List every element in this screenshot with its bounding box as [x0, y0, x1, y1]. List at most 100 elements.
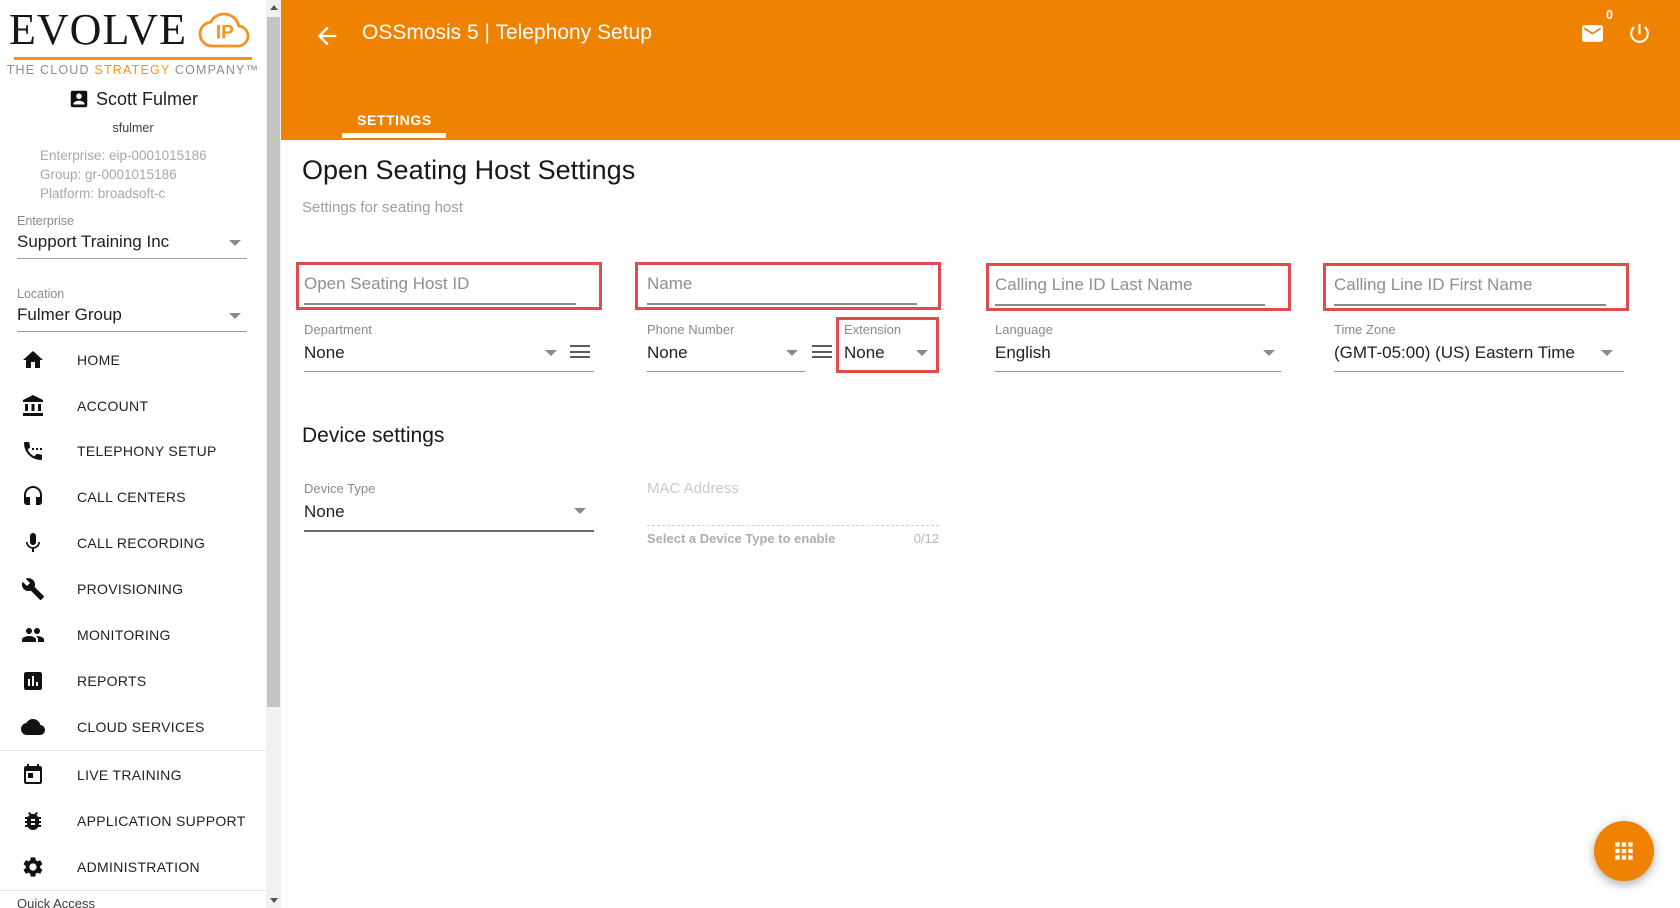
chevron-down-icon[interactable]: [545, 350, 557, 356]
evolve-ip-logo: EVOLVE IP: [0, 6, 266, 54]
host-id-placeholder: Open Seating Host ID: [304, 274, 470, 293]
sidebar-item-application-support[interactable]: APPLICATION SUPPORT: [0, 798, 266, 844]
mac-char-counter: 0/12: [913, 531, 939, 546]
chevron-down-icon[interactable]: [229, 240, 241, 246]
name-placeholder: Name: [647, 274, 693, 293]
mac-helper-text: Select a Device Type to enable: [647, 531, 836, 546]
mac-address-label: MAC Address: [647, 480, 739, 497]
logout-button[interactable]: [1627, 21, 1652, 51]
name-field[interactable]: Name: [647, 274, 931, 305]
back-button[interactable]: [313, 22, 341, 50]
language-label: Language: [995, 322, 1053, 337]
chevron-down-icon[interactable]: [1601, 350, 1613, 356]
time-zone-dropdown[interactable]: Time Zone (GMT-05:00) (US) Eastern Time: [1334, 322, 1624, 372]
sidebar: EVOLVE IP THE CLOUD STRATEGY COMPANY™ Sc…: [0, 0, 266, 908]
sidebar-item-account[interactable]: ACCOUNT: [0, 383, 266, 429]
logo-ip-text: IP: [216, 23, 234, 44]
apps-grid-icon: [1615, 842, 1633, 860]
logo-tagline: THE CLOUD STRATEGY COMPANY™: [6, 63, 260, 77]
power-icon: [1630, 24, 1649, 43]
calling-line-id-first-name-field[interactable]: Calling Line ID First Name: [1334, 275, 1620, 306]
chevron-down-icon[interactable]: [1263, 350, 1275, 356]
scrollbar-down-arrow[interactable]: [266, 893, 281, 908]
location-label: Location: [17, 287, 65, 301]
language-dropdown[interactable]: Language English: [995, 322, 1281, 372]
user-meta: Enterprise: eip-0001015186 Group: gr-000…: [40, 146, 207, 203]
phone-settings-icon: [24, 442, 42, 460]
people-icon: [22, 628, 44, 642]
device-settings-title: Device settings: [302, 424, 445, 447]
scrollbar-up-arrow[interactable]: [266, 0, 281, 15]
phone-number-label: Phone Number: [647, 322, 735, 337]
sidebar-item-live-training[interactable]: LIVE TRAINING: [0, 752, 266, 798]
chevron-down-icon[interactable]: [916, 350, 928, 356]
main-area: OSSmosis 5 | Telephony Setup 0 SETTINGS: [281, 0, 1680, 908]
mail-badge: 0: [1606, 8, 1613, 22]
open-seating-host-id-field[interactable]: Open Seating Host ID: [304, 274, 593, 305]
logo-brand-text: EVOLVE: [9, 5, 187, 54]
chevron-down-icon[interactable]: [786, 350, 798, 356]
language-value: English: [995, 343, 1051, 362]
page-header-title: OSSmosis 5 | Telephony Setup: [362, 21, 652, 44]
chevron-down-icon[interactable]: [229, 313, 241, 319]
device-type-value: None: [304, 502, 345, 521]
clid-first-placeholder: Calling Line ID First Name: [1334, 275, 1533, 294]
gear-icon: [23, 857, 43, 877]
user-name: Scott Fulmer: [95, 88, 199, 109]
sidebar-item-administration[interactable]: ADMINISTRATION: [0, 844, 266, 890]
sidebar-scrollbar[interactable]: [266, 0, 281, 908]
wrench-icon: [21, 578, 44, 600]
chevron-down-icon[interactable]: [574, 508, 586, 514]
user-group-line: Group: gr-0001015186: [40, 167, 177, 182]
clid-last-placeholder: Calling Line ID Last Name: [995, 275, 1193, 294]
calendar-icon: [24, 764, 42, 784]
bar-chart-icon: [24, 672, 42, 690]
headset-icon: [24, 486, 42, 505]
ossmosis-app: EVOLVE IP THE CLOUD STRATEGY COMPANY™ Sc…: [0, 0, 1680, 908]
user-row: Scott Fulmer: [0, 88, 266, 110]
location-value: Fulmer Group: [17, 305, 122, 324]
mail-button[interactable]: 0: [1580, 8, 1613, 51]
sidebar-item-call-recording[interactable]: CALL RECORDING: [0, 520, 266, 566]
location-select[interactable]: Location Fulmer Group: [17, 287, 247, 332]
enterprise-value: Support Training Inc: [17, 232, 170, 251]
sidebar-item-monitoring[interactable]: MONITORING: [0, 612, 266, 658]
sidebar-item-cloud-services[interactable]: CLOUD SERVICES: [0, 704, 266, 750]
sidebar-item-call-centers[interactable]: CALL CENTERS: [0, 474, 266, 520]
user-enterprise-line: Enterprise: eip-0001015186: [40, 148, 207, 163]
nav-divider: [0, 750, 266, 751]
phone-number-dropdown[interactable]: Phone Number None: [647, 322, 805, 372]
time-zone-value: (GMT-05:00) (US) Eastern Time: [1334, 343, 1575, 362]
department-label: Department: [304, 322, 372, 337]
mac-disabled-underline: [647, 525, 939, 526]
sidebar-item-provisioning[interactable]: PROVISIONING: [0, 566, 266, 612]
department-dropdown[interactable]: Department None: [304, 322, 594, 372]
mail-icon: [1582, 25, 1603, 42]
mac-address-field: MAC Address Select a Device Type to enab…: [647, 480, 939, 546]
app-header: OSSmosis 5 | Telephony Setup 0 SETTINGS: [281, 0, 1680, 140]
arrow-back-icon: [317, 26, 337, 46]
phone-number-value: None: [647, 343, 688, 362]
cloud-icon: [21, 719, 45, 735]
phone-number-list-menu-icon[interactable]: [812, 345, 832, 359]
department-list-menu-icon[interactable]: [570, 345, 590, 359]
home-icon: [23, 351, 43, 368]
bug-icon: [25, 812, 41, 830]
scrollbar-thumb[interactable]: [267, 17, 280, 707]
sidebar-item-reports[interactable]: REPORTS: [0, 658, 266, 704]
sidebar-item-home[interactable]: HOME: [0, 337, 266, 383]
device-type-dropdown[interactable]: Device Type None: [304, 481, 594, 532]
cloud-ip-logo-icon: IP: [191, 6, 257, 54]
calling-line-id-last-name-field[interactable]: Calling Line ID Last Name: [995, 275, 1281, 306]
extension-label: Extension: [844, 322, 902, 337]
sidebar-item-telephony-setup[interactable]: TELEPHONY SETUP: [0, 428, 266, 474]
microphone-icon: [26, 533, 40, 552]
tab-settings[interactable]: SETTINGS: [357, 112, 432, 128]
enterprise-select[interactable]: Enterprise Support Training Inc: [17, 214, 247, 259]
quick-actions-fab[interactable]: [1594, 821, 1654, 881]
enterprise-label: Enterprise: [17, 214, 74, 228]
logo-divider: [14, 57, 252, 60]
extension-dropdown[interactable]: Extension None: [844, 322, 932, 363]
time-zone-label: Time Zone: [1334, 322, 1396, 337]
nav-divider: [0, 890, 266, 891]
